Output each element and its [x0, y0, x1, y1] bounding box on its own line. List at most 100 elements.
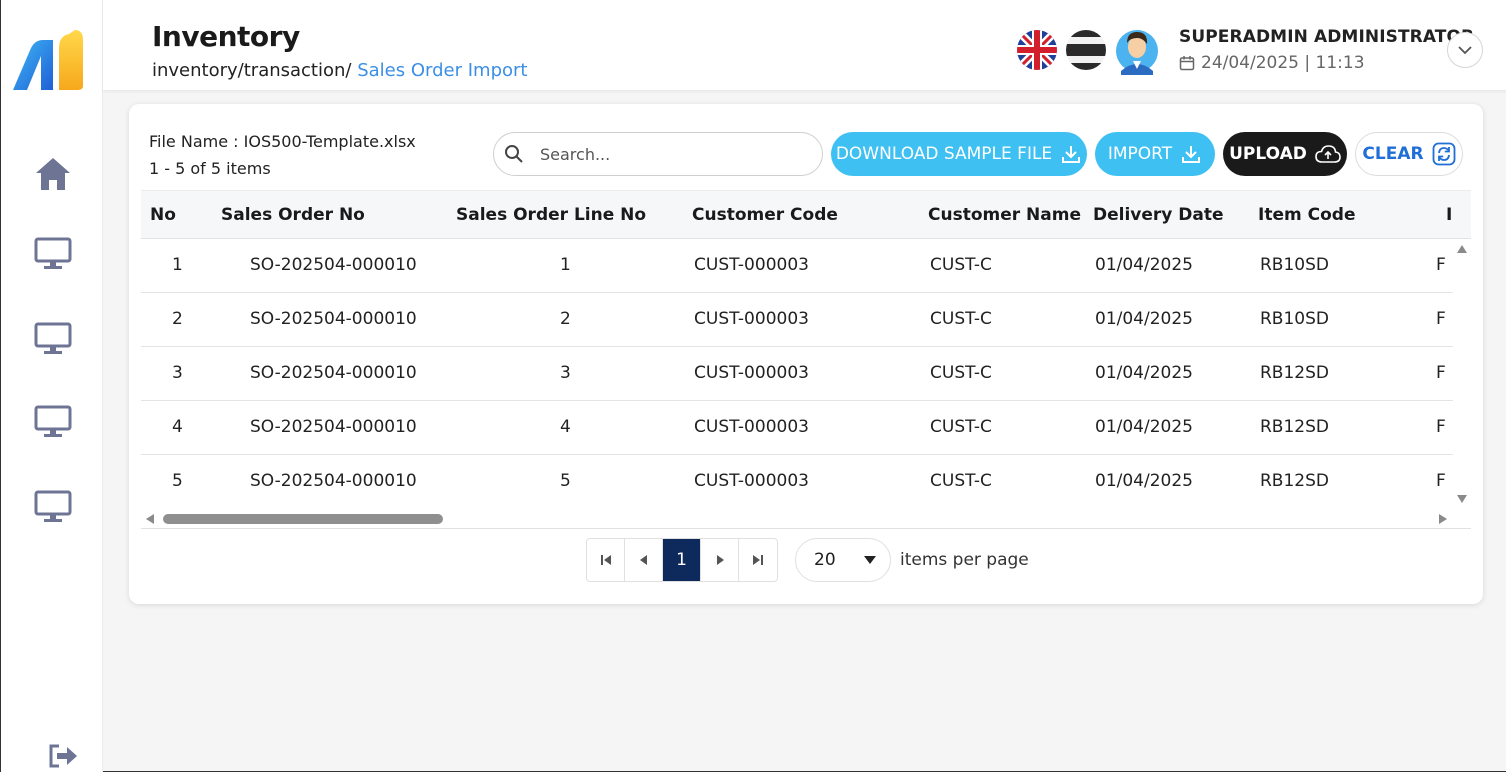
import-label: IMPORT [1107, 144, 1173, 164]
user-menu-toggle[interactable] [1447, 32, 1483, 68]
table-row[interactable]: 5 SO-202504-000010 5 CUST-000003 CUST-C … [141, 455, 1453, 509]
column-header-delivery-date[interactable]: Delivery Date [1093, 205, 1224, 225]
refresh-icon [1432, 142, 1455, 166]
cell-item-code: RB12SD [1260, 417, 1329, 437]
clear-button[interactable]: CLEAR [1355, 132, 1463, 176]
cell-item-code: RB10SD [1260, 309, 1329, 329]
cell-customer-code: CUST-000003 [694, 363, 809, 383]
import-button[interactable]: IMPORT [1095, 132, 1215, 176]
cell-no: 3 [172, 363, 183, 383]
top-header: Inventory inventory/transaction/ Sales O… [103, 0, 1506, 90]
column-header-customer-code[interactable]: Customer Code [692, 205, 838, 225]
cell-sales-order-line-no: 4 [560, 417, 571, 437]
breadcrumb-parent[interactable]: inventory/transaction/ [152, 60, 351, 81]
logout-icon [49, 744, 77, 768]
table-row[interactable]: 1 SO-202504-000010 1 CUST-000003 CUST-C … [141, 239, 1453, 293]
cell-no: 1 [172, 255, 183, 275]
user-name: SUPERADMIN ADMINISTRATOR [1179, 27, 1475, 47]
column-header-sales-order-no[interactable]: Sales Order No [221, 205, 365, 225]
last-page-button[interactable] [739, 539, 777, 581]
cell-sales-order-line-no: 3 [560, 363, 571, 383]
scroll-down-arrow-icon [1457, 495, 1467, 503]
monitor-icon [34, 490, 72, 522]
column-header-sales-order-line-no[interactable]: Sales Order Line No [456, 205, 646, 225]
file-name-label: File Name : IOS500-Template.xlsx [149, 132, 416, 151]
previous-page-icon [639, 555, 647, 565]
column-header-item-truncated[interactable]: I [1446, 205, 1452, 225]
cell-no: 2 [172, 309, 183, 329]
vertical-scrollbar[interactable] [1453, 239, 1471, 509]
cell-sales-order-no: SO-202504-000010 [250, 255, 417, 275]
cell-delivery-date: 01/04/2025 [1095, 471, 1193, 491]
download-sample-file-label: DOWNLOAD SAMPLE FILE [835, 144, 1053, 164]
home-icon [36, 158, 70, 190]
cell-truncated: F [1436, 309, 1446, 329]
page-size-select[interactable]: 20 [795, 538, 891, 582]
column-header-no[interactable]: No [150, 205, 176, 225]
avatar[interactable] [1115, 25, 1159, 75]
cell-truncated: F [1436, 363, 1446, 383]
breadcrumb: inventory/transaction/ Sales Order Impor… [152, 60, 527, 81]
cell-no: 5 [172, 471, 183, 491]
app-logo[interactable] [11, 26, 95, 98]
column-header-item-code[interactable]: Item Code [1258, 205, 1355, 225]
user-datetime-text: 24/04/2025 | 11:13 [1201, 53, 1365, 73]
search-box[interactable] [493, 132, 823, 176]
cell-truncated: F [1436, 471, 1446, 491]
cell-customer-name: CUST-C [930, 471, 992, 491]
sidebar-item-home[interactable] [31, 152, 75, 196]
first-page-button[interactable] [587, 539, 625, 581]
data-table: No Sales Order No Sales Order Line No Cu… [141, 190, 1471, 530]
search-icon [505, 145, 523, 163]
sidebar-item-2[interactable] [31, 317, 75, 361]
uk-flag-icon[interactable] [1017, 30, 1057, 70]
column-header-customer-name[interactable]: Customer Name [928, 205, 1081, 225]
table-header: No Sales Order No Sales Order Line No Cu… [141, 190, 1471, 239]
upload-label: UPLOAD [1229, 144, 1307, 164]
cell-customer-code: CUST-000003 [694, 471, 809, 491]
table-row[interactable]: 2 SO-202504-000010 2 CUST-000003 CUST-C … [141, 293, 1453, 347]
table-row[interactable]: 4 SO-202504-000010 4 CUST-000003 CUST-C … [141, 401, 1453, 455]
last-page-icon [753, 555, 763, 565]
horizontal-scrollbar[interactable] [141, 509, 1471, 529]
cell-item-code: RB10SD [1260, 255, 1329, 275]
caret-down-icon [864, 556, 876, 564]
thai-flag-icon[interactable] [1066, 30, 1106, 70]
next-page-icon [716, 555, 724, 565]
scroll-left-arrow-icon [146, 514, 154, 524]
scroll-up-arrow-icon [1457, 245, 1467, 253]
monitor-icon [34, 322, 72, 354]
import-card: File Name : IOS500-Template.xlsx 1 - 5 o… [129, 104, 1483, 604]
cell-sales-order-no: SO-202504-000010 [250, 309, 417, 329]
cell-sales-order-no: SO-202504-000010 [250, 471, 417, 491]
sidebar [1, 0, 103, 772]
sidebar-item-4[interactable] [31, 485, 75, 529]
cell-truncated: F [1436, 417, 1446, 437]
download-sample-file-button[interactable]: DOWNLOAD SAMPLE FILE [831, 132, 1087, 176]
search-input[interactable] [540, 144, 800, 164]
table-body: 1 SO-202504-000010 1 CUST-000003 CUST-C … [141, 239, 1453, 509]
logout-button[interactable] [45, 740, 81, 772]
cell-sales-order-line-no: 5 [560, 471, 571, 491]
first-page-icon [600, 555, 611, 565]
previous-page-button[interactable] [625, 539, 663, 581]
monitor-icon [34, 405, 72, 437]
table-row[interactable]: 3 SO-202504-000010 3 CUST-000003 CUST-C … [141, 347, 1453, 401]
sidebar-item-3[interactable] [31, 400, 75, 444]
cell-customer-name: CUST-C [930, 309, 992, 329]
cell-sales-order-no: SO-202504-000010 [250, 417, 417, 437]
chevron-down-icon [1458, 46, 1472, 55]
cloud-upload-icon [1315, 145, 1341, 163]
sidebar-item-1[interactable] [31, 232, 75, 276]
cell-item-code: RB12SD [1260, 363, 1329, 383]
cell-truncated: F [1436, 255, 1446, 275]
monitor-icon [34, 237, 72, 269]
breadcrumb-current[interactable]: Sales Order Import [357, 60, 527, 81]
page-number-button[interactable]: 1 [663, 539, 701, 581]
horizontal-scroll-thumb[interactable] [163, 514, 443, 524]
clear-label: CLEAR [1362, 144, 1424, 164]
next-page-button[interactable] [701, 539, 739, 581]
cell-customer-code: CUST-000003 [694, 255, 809, 275]
download-icon [1182, 146, 1201, 163]
upload-button[interactable]: UPLOAD [1223, 132, 1347, 176]
